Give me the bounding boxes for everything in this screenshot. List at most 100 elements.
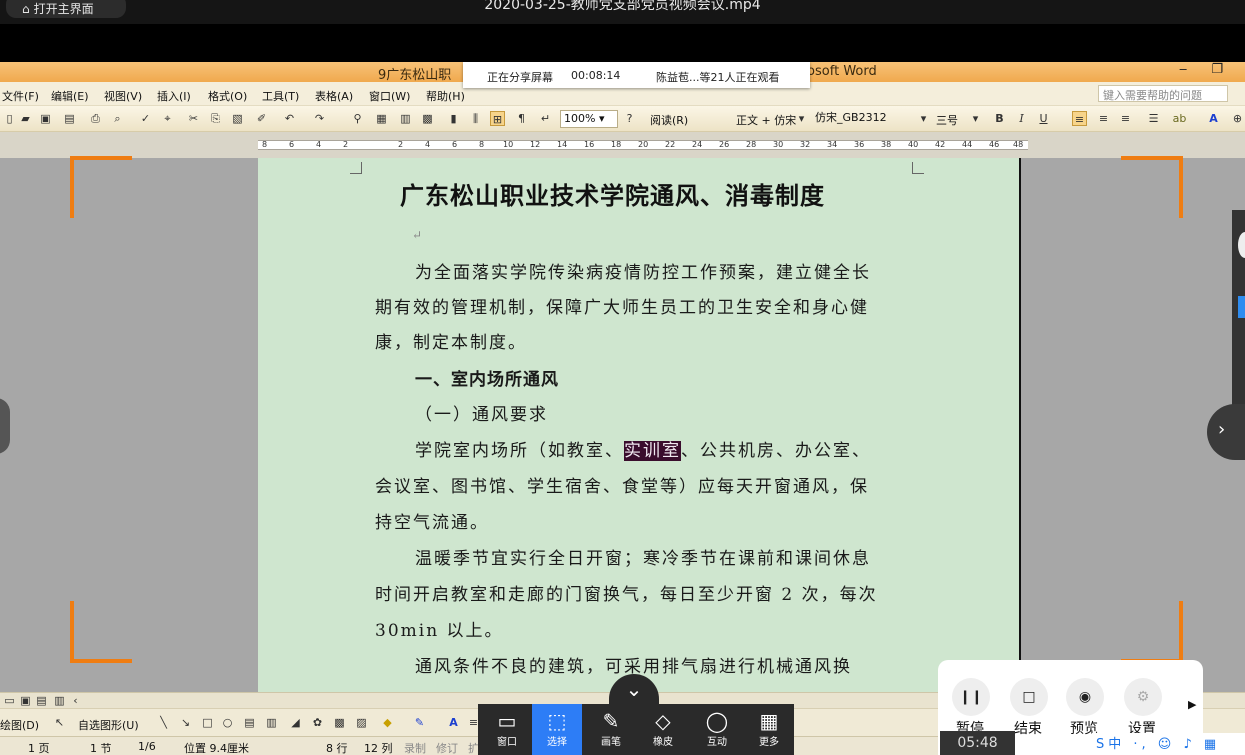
permission-icon[interactable]: ▤ [62,111,77,126]
undo-icon[interactable]: ↶ [282,111,297,126]
print-icon[interactable]: ⎙ [88,111,103,126]
tool-eraser[interactable]: ◇ 橡皮 [638,704,688,755]
horizontal-ruler[interactable]: 8 6 4 2 2 4 6 8 10 12 14 16 18 20 22 24 … [0,132,1245,158]
style-dropdown-icon[interactable]: ▾ [794,111,809,126]
menu-help[interactable]: 帮助(H) [426,88,465,104]
fill-color-icon[interactable]: ◆ [380,715,395,730]
new-document-icon[interactable]: ▯ [2,111,17,126]
para1-line-1-a: 学院室内场所（如教室、 [415,441,624,461]
menu-table[interactable]: 表格(A) [315,88,353,104]
line-color-icon[interactable]: ✎ [412,715,427,730]
tool-more[interactable]: ▦ 更多 [744,704,794,755]
ruler-tick: 28 [746,140,757,149]
ruler-tick: 38 [881,140,892,149]
reading-view-icon[interactable]: ▥ [52,693,67,708]
zoom-select[interactable]: 100% ▾ [560,110,618,128]
stop-button[interactable]: □ [1010,678,1048,716]
insert-table-icon[interactable]: ▥ [398,111,413,126]
system-tray[interactable]: S中 ·, ☺ ♪ ▦ [1092,733,1245,755]
draw-font-color-icon[interactable]: A [446,715,461,730]
font-size-select[interactable]: 三号 [936,112,958,128]
align-left-icon[interactable]: ≡ [1072,111,1087,126]
print-view-icon[interactable]: ▤ [34,693,49,708]
draw-menu[interactable]: 绘图(D) [0,717,39,733]
hyperlink-icon[interactable]: ⚲ [350,111,365,126]
align-center-icon[interactable]: ≡ [1096,111,1111,126]
menu-view[interactable]: 视图(V) [104,88,142,104]
align-right-icon[interactable]: ≡ [1118,111,1133,126]
preview-button[interactable]: ◉ [1066,678,1104,716]
normal-view-icon[interactable]: ▭ [2,693,17,708]
menu-window[interactable]: 窗口(W) [369,88,410,104]
numbering-icon[interactable]: ☰ [1146,111,1161,126]
previous-page-arrow[interactable] [0,398,10,454]
help-icon[interactable]: ? [622,111,637,126]
reading-mode-button[interactable]: 阅读(R) [650,112,688,128]
oval-icon[interactable]: ○ [220,715,235,730]
select-objects-icon[interactable]: ↖ [52,715,67,730]
menu-file[interactable]: 文件(F) [2,88,39,104]
columns-icon[interactable]: ▮ [446,111,461,126]
tool-window[interactable]: ▭ 窗口 [482,704,532,755]
document-map-icon[interactable]: ⊞ [490,111,505,126]
chevron-right-icon: › [1218,419,1226,440]
highlight-icon[interactable]: ab [1172,111,1187,126]
selected-text[interactable]: 实训室 [624,441,681,461]
help-search-input[interactable]: 键入需要帮助的问题 [1098,85,1228,102]
ruler-tick: 4 [316,140,322,149]
font-select[interactable]: 仿宋_GB2312 [812,110,930,128]
tool-interact[interactable]: ◯ 互动 [692,704,742,755]
diagram-icon[interactable]: ◢ [288,715,303,730]
italic-button[interactable]: I [1014,111,1029,126]
copy-icon[interactable]: ⎘ [208,111,223,126]
tool-pen[interactable]: ✎ 画笔 [586,704,636,755]
image-icon[interactable]: ▨ [354,715,369,730]
drawing-icon[interactable]: ⫼ [468,111,483,126]
insert-excel-icon[interactable]: ▩ [420,111,435,126]
intro-line-3: 康，制定本制度。 [375,333,527,353]
textbox-icon[interactable]: ▤ [242,715,257,730]
menu-format[interactable]: 格式(O) [208,88,247,104]
save-icon[interactable]: ▣ [38,111,53,126]
menu-tools[interactable]: 工具(T) [262,88,299,104]
research-icon[interactable]: ⌖ [160,111,175,126]
settings-button[interactable]: ⚙ [1124,678,1162,716]
paste-icon[interactable]: ▧ [230,111,245,126]
bold-button[interactable]: B [992,111,1007,126]
line-icon[interactable]: ╲ [156,715,171,730]
arrow-icon[interactable]: ↘ [178,715,193,730]
pause-button[interactable]: ❙❙ [952,678,990,716]
side-panel-knob[interactable] [1238,232,1245,258]
toolbar-overflow-icon[interactable]: ⊕ [1230,111,1245,126]
tables-borders-icon[interactable]: ▦ [374,111,389,126]
show-hide-icon[interactable]: ¶ [514,111,529,126]
status-rec[interactable]: 录制 [404,740,426,755]
cut-icon[interactable]: ✂ [186,111,201,126]
paragraph-mark-icon[interactable]: ↵ [538,111,553,126]
window-controls[interactable]: ‒ ❐ [1179,62,1233,77]
wordart-icon[interactable]: ▥ [264,715,279,730]
tool-select[interactable]: ⬚ 选择 [532,704,582,755]
open-folder-icon[interactable]: ▰ [18,111,33,126]
style-select[interactable]: 正文 + 仿宋 [736,112,796,128]
rectangle-icon[interactable]: □ [200,715,215,730]
status-trk[interactable]: 修订 [436,740,458,755]
format-painter-icon[interactable]: ✐ [254,111,269,126]
menu-insert[interactable]: 插入(I) [157,88,191,104]
font-dropdown-icon[interactable]: ▾ [916,111,931,126]
font-color-icon[interactable]: A [1206,111,1221,126]
spelling-icon[interactable]: ✓ [138,111,153,126]
expand-panel-arrow[interactable]: ▶ [1188,698,1196,711]
redo-icon[interactable]: ↷ [312,111,327,126]
picture-icon[interactable]: ▩ [332,715,347,730]
clipart-icon[interactable]: ✿ [310,715,325,730]
underline-button[interactable]: U [1036,111,1051,126]
scroll-left-icon[interactable]: ‹ [68,693,83,708]
size-dropdown-icon[interactable]: ▾ [968,111,983,126]
ruler-tick: 6 [452,140,458,149]
autoshapes-menu[interactable]: 自选图形(U) [78,717,139,733]
print-preview-icon[interactable]: ⌕ [110,111,125,126]
menu-edit[interactable]: 编辑(E) [51,88,89,104]
web-view-icon[interactable]: ▣ [18,693,33,708]
word-title-right: rosoft Word [802,64,877,79]
